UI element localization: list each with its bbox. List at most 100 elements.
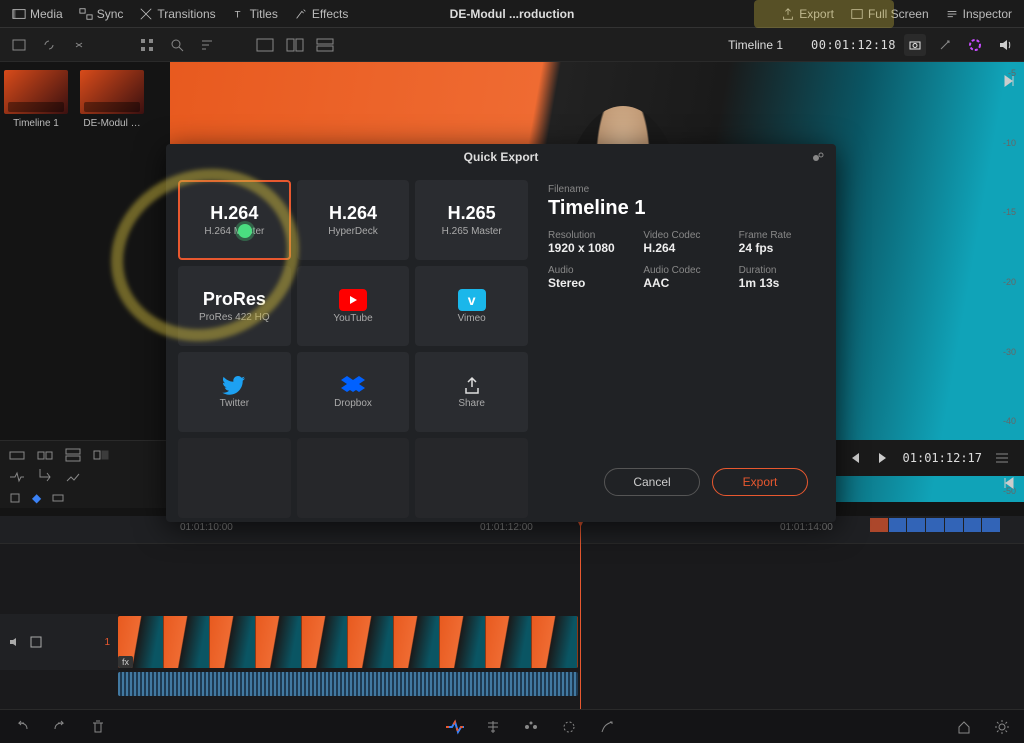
preset-twitter[interactable]: Twitter [178,352,291,432]
viewer-mode-1-icon[interactable] [254,34,276,56]
undo-icon[interactable] [10,715,34,739]
nav-fullscreen-label: Full Screen [868,7,929,21]
smart-insert-icon[interactable] [8,469,26,485]
home-icon[interactable] [952,715,976,739]
timeline: 01:01:10:00 01:01:12:00 01:01:14:00 1 fx [0,516,1024,709]
preset-share[interactable]: Share [415,352,528,432]
nav-transitions-label: Transitions [157,7,215,21]
export-button[interactable]: Export [712,468,808,496]
link2-tool-icon[interactable] [68,34,90,56]
page-fusion-icon[interactable] [519,715,543,739]
cancel-button[interactable]: Cancel [604,468,700,496]
preset-prores[interactable]: ProRes ProRes 422 HQ [178,266,291,346]
page-nav [0,709,1024,743]
nav-titles[interactable]: T Titles [226,5,284,23]
preset-h264-hyperdeck[interactable]: H.264 HyperDeck [297,180,410,260]
audio-clip[interactable] [118,672,578,696]
media-clip[interactable]: DE-Modul … [80,70,144,129]
audio-meter-scale: -5-10-15-20-30-40-50 [992,68,1020,496]
track-header-v1[interactable]: 1 [0,614,118,670]
preset-grid: H.264 H.264 Master H.264 HyperDeck H.265… [166,170,536,522]
info-acodec: AAC [643,276,728,290]
media-clip[interactable]: Timeline 1 [4,70,68,129]
nav-inspector-label: Inspector [963,7,1012,21]
redo-icon[interactable] [48,715,72,739]
ripple-icon[interactable] [64,469,82,485]
dropbox-icon [341,376,365,396]
nav-transitions[interactable]: Transitions [133,5,221,23]
vimeo-icon: v [458,289,486,311]
viewer-mode-2-icon[interactable] [284,34,306,56]
replace-clip-icon[interactable] [64,447,82,463]
overwrite-clip-icon[interactable] [36,447,54,463]
sort-icon[interactable] [196,34,218,56]
preset-h264-master[interactable]: H.264 H.264 Master [178,180,291,260]
info-resolution: 1920 x 1080 [548,241,633,255]
nav-inspector[interactable]: Inspector [939,5,1018,23]
preset-youtube[interactable]: YouTube [297,266,410,346]
info-audio: Stereo [548,276,633,290]
filename-value: Timeline 1 [548,197,824,220]
viewer-timeline-name[interactable]: Timeline 1 [728,38,783,52]
page-deliver-icon[interactable] [595,715,619,739]
preset-vimeo[interactable]: v Vimeo [415,266,528,346]
flag-icon[interactable]: ◆ [32,491,41,505]
append-icon[interactable] [36,469,54,485]
linked-icon[interactable] [51,491,65,505]
fit-clip-icon[interactable] [92,447,110,463]
import-tool-icon[interactable] [8,34,30,56]
timeline-minimap[interactable] [870,518,1000,532]
filename-label: Filename [548,184,824,195]
manage-presets-icon[interactable] [810,150,826,166]
preset-dropbox[interactable]: Dropbox [297,352,410,432]
track-number: 1 [104,637,110,648]
page-edit-icon[interactable] [481,715,505,739]
transport-timecode[interactable]: 01:01:12:17 [903,451,982,465]
top-nav: Media Sync Transitions T Titles Effects … [0,0,1024,28]
nav-titles-label: Titles [250,7,278,21]
next-frame-icon[interactable] [875,450,891,466]
camera-icon[interactable] [904,34,926,56]
nav-effects[interactable]: Effects [288,5,354,23]
clip-thumbnail [4,70,68,114]
search-icon[interactable] [166,34,188,56]
solo-icon[interactable] [30,636,42,648]
viewer-timecode[interactable]: 00:01:12:18 [811,38,896,52]
mute-icon[interactable] [8,635,22,649]
project-title: DE-Modul ...roduction [450,7,575,21]
youtube-icon [339,289,367,311]
quick-export-dialog: Quick Export H.264 H.264 Master H.264 Hy… [166,144,836,522]
info-vcodec: H.264 [643,241,728,255]
grid-view-icon[interactable] [136,34,158,56]
jump-last-icon[interactable] [1002,74,1016,88]
settings-icon[interactable] [990,715,1014,739]
marker-icon[interactable] [8,491,22,505]
link-tool-icon[interactable] [38,34,60,56]
page-color-icon[interactable] [557,715,581,739]
nav-fullscreen[interactable]: Full Screen [844,5,935,23]
trash-icon[interactable] [86,715,110,739]
nav-media[interactable]: Media [6,5,69,23]
speaker-icon[interactable] [994,34,1016,56]
dialog-header: Quick Export [166,144,836,170]
nav-export[interactable]: Export [775,5,840,23]
viewer-mode-3-icon[interactable] [314,34,336,56]
nav-sync[interactable]: Sync [73,5,130,23]
page-cut-icon[interactable] [443,715,467,739]
flyaway-icon[interactable] [964,34,986,56]
preset-empty [415,438,528,518]
preset-h265-master[interactable]: H.265 H.265 Master [415,180,528,260]
nav-sync-label: Sync [97,7,124,21]
preset-empty [178,438,291,518]
video-clip[interactable]: fx [118,616,578,668]
bypass-fx-icon[interactable] [934,34,956,56]
jump-first-icon[interactable] [1002,476,1016,490]
playhead[interactable] [580,516,581,709]
share-icon [462,376,482,396]
prev-frame-icon[interactable] [847,450,863,466]
export-info-pane: Filename Timeline 1 Resolution1920 x 108… [536,170,836,522]
menu-icon[interactable] [994,450,1010,466]
viewer-toolbar: Timeline 1 00:01:12:18 [0,28,1024,62]
insert-clip-icon[interactable] [8,447,26,463]
fx-badge[interactable]: fx [118,656,133,668]
